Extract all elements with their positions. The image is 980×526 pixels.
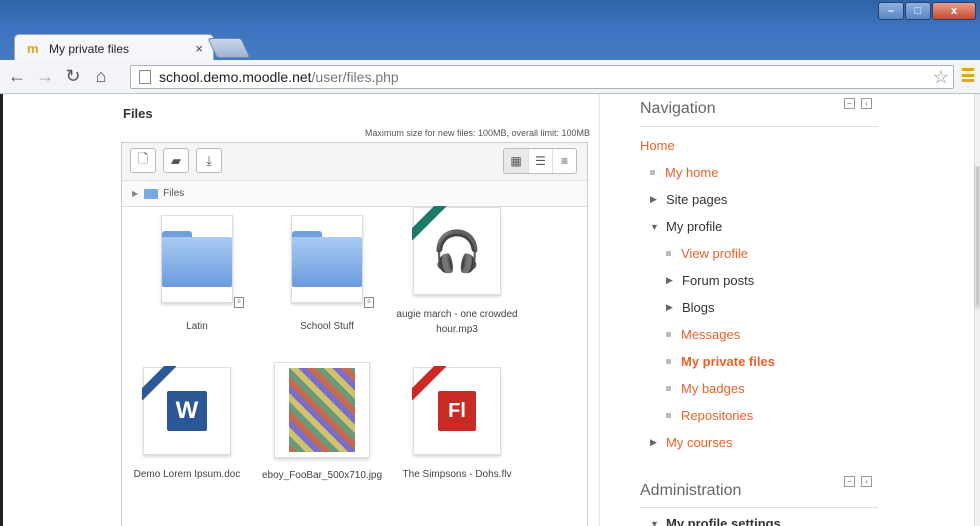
bookmark-star-icon[interactable]: ☆ [933,67,949,88]
tree-view-button[interactable]: ≡ [552,149,576,173]
nav-messages[interactable]: Messages [666,327,740,342]
browser-window-frame: – □ x m My private files × ← → ↻ ⌂ schoo… [0,0,980,94]
nav-my-private-files[interactable]: My private files [666,354,775,369]
file-name: Demo Lorem Ipsum.doc [133,469,241,480]
create-folder-button[interactable]: ▰ [163,148,189,173]
files-heading: Files [123,106,153,121]
bullet-icon [666,359,671,364]
sidebar: Navigation − ‹ Home My home ▶ Site pages… [599,94,980,526]
url-path: /user/files.php [311,69,399,85]
nav-forum-posts[interactable]: ▶ Forum posts [666,273,754,288]
minimize-button[interactable]: – [878,2,904,20]
file-item-jpg[interactable]: eboy_FooBar_500x710.jpg [257,362,387,483]
back-arrow-icon[interactable]: ← [6,66,28,88]
folder-thumbnail[interactable]: ≡ [161,215,244,308]
context-menu-icon[interactable]: ≡ [234,297,244,308]
max-size-notice: Maximum size for new files: 100MB, overa… [364,128,590,138]
url-host: school.demo.moodle.net [159,69,312,85]
nav-my-profile[interactable]: ▼ My profile [650,219,722,234]
folder-icon [292,231,362,287]
add-file-icon: 🗋 [137,150,149,166]
file-name: eboy_FooBar_500x710.jpg [261,470,383,481]
page-scrollbar[interactable] [974,94,980,526]
file-thumbnail[interactable]: Fl [412,366,501,455]
expand-arrow-icon[interactable]: ▶ [666,302,673,313]
new-folder-icon: ▰ [171,152,181,168]
file-thumbnail[interactable]: W [142,366,231,455]
close-window-button[interactable]: x [932,2,976,20]
administration-block-title: Administration [640,482,742,499]
tab-title: My private files [49,41,130,56]
collapse-arrow-icon[interactable]: ▼ [650,222,659,232]
nav-view-profile[interactable]: View profile [666,246,748,261]
file-manager-path: ▶ Files [122,181,587,207]
nav-home[interactable]: Home [640,138,675,153]
file-manager-toolbar: 🗋 ▰ ⤓ ▦ ☰ ≡ [122,143,587,181]
file-item-flv[interactable]: Fl The Simpsons - Dohs.flv [392,366,522,482]
download-button[interactable]: ⤓ [196,148,222,173]
bullet-icon [650,170,655,175]
nav-site-pages[interactable]: ▶ Site pages [650,192,727,207]
collapse-arrow-icon[interactable]: ▼ [650,519,659,526]
list-view-button[interactable]: ☰ [528,149,552,173]
forward-arrow-icon[interactable]: → [34,66,56,88]
image-thumbnail[interactable] [274,362,370,458]
bullet-icon [666,386,671,391]
tab-strip: m My private files × [0,30,980,62]
tab-my-private-files[interactable]: m My private files × [14,34,214,62]
admin-my-profile-settings[interactable]: ▼ My profile settings [650,516,781,526]
file-thumbnail[interactable]: 🎧 [412,206,501,295]
reload-icon[interactable]: ↻ [62,66,84,88]
nav-repositories[interactable]: Repositories [666,408,753,423]
nav-blogs[interactable]: ▶ Blogs [666,300,715,315]
folder-thumbnail[interactable]: ≡ [291,215,374,308]
maximize-button[interactable]: □ [905,2,931,20]
file-item-latin[interactable]: ≡ Latin [132,215,262,334]
context-menu-icon[interactable]: ≡ [364,297,374,308]
collapse-block-icon[interactable]: − [844,98,855,109]
download-icon: ⤓ [206,152,212,168]
file-name: The Simpsons - Dohs.flv [402,469,512,480]
add-file-button[interactable]: 🗋 [130,148,156,173]
scrollbar-thumb[interactable] [975,166,980,306]
nav-my-badges[interactable]: My badges [666,381,745,396]
file-manager: 🗋 ▰ ⤓ ▦ ☰ ≡ ▶ Files ≡ Latin ≡ School Stu… [121,142,588,526]
administration-block-controls: − ‹ [844,476,872,487]
file-name: Latin [186,321,208,332]
window-controls: – □ x [878,2,976,20]
bullet-icon [666,332,671,337]
collapse-block-icon[interactable]: − [844,476,855,487]
file-item-school-stuff[interactable]: ≡ School Stuff [262,215,392,334]
chrome-menu-icon[interactable] [962,68,974,82]
dock-block-icon[interactable]: ‹ [861,476,872,487]
nav-my-home[interactable]: My home [650,165,718,180]
expand-arrow-icon[interactable]: ▶ [650,194,657,205]
file-name: augie march - one crowded hour.mp3 [396,309,518,335]
nav-my-courses[interactable]: ▶ My courses [650,435,732,450]
file-name: School Stuff [300,321,354,332]
file-item-doc[interactable]: W Demo Lorem Ipsum.doc [122,366,252,482]
dock-block-icon[interactable]: ‹ [861,98,872,109]
bullet-icon [666,413,671,418]
tab-close-icon[interactable]: × [195,41,203,56]
image-preview [289,368,355,452]
moodle-favicon-icon: m [27,40,39,56]
home-icon[interactable]: ⌂ [90,66,112,88]
bullet-icon [666,251,671,256]
icon-view-button[interactable]: ▦ [504,149,528,173]
browser-toolbar: ← → ↻ ⌂ school.demo.moodle.net /user/fil… [0,60,980,94]
expand-arrow-icon[interactable]: ▶ [666,275,673,286]
file-item-mp3[interactable]: 🎧 augie march - one crowded hour.mp3 [392,206,522,337]
navigation-block-controls: − ‹ [844,98,872,109]
view-switcher: ▦ ☰ ≡ [503,148,577,174]
page-icon [139,70,151,84]
folder-icon [144,188,159,199]
expand-arrow-icon[interactable]: ▶ [132,189,138,198]
navigation-block-title: Navigation [640,100,716,117]
expand-arrow-icon[interactable]: ▶ [650,437,657,448]
address-bar[interactable]: school.demo.moodle.net /user/files.php ☆ [130,65,954,89]
page-content: Files Maximum size for new files: 100MB,… [0,94,980,526]
folder-icon [162,231,232,287]
path-root-label[interactable]: Files [163,188,184,199]
